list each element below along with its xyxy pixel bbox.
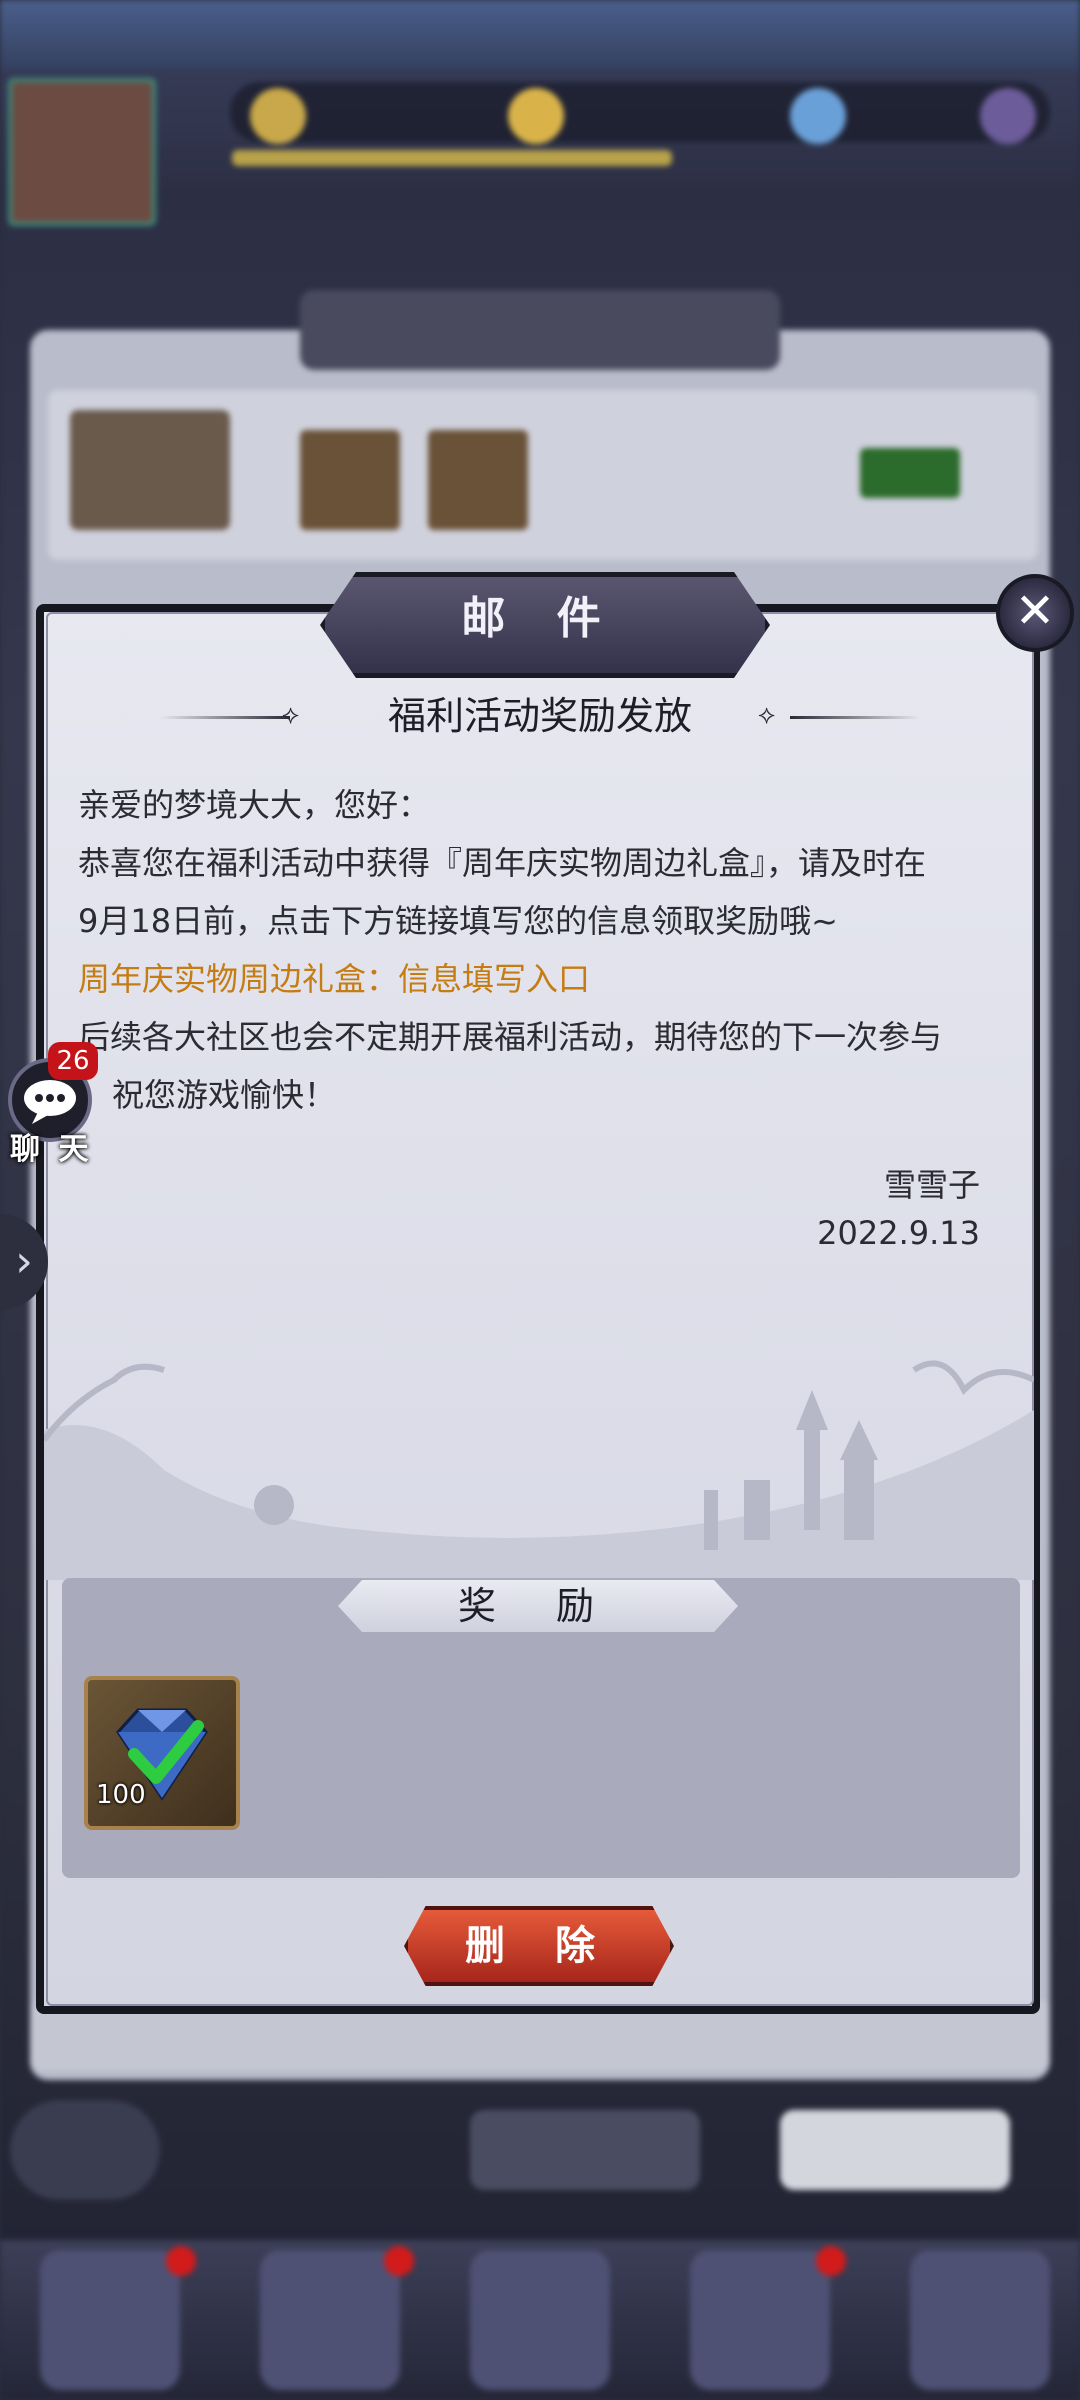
- mail-letter-icon: [70, 410, 230, 530]
- divider-right: [790, 716, 920, 719]
- notification-dot: [384, 2246, 414, 2276]
- top-banner: [0, 0, 1080, 70]
- gem-icon: [790, 88, 846, 144]
- coin-icon: [508, 88, 564, 144]
- trophy-icon: [250, 88, 306, 144]
- body-text: 9月18日前，点击下方链接填写您的信息领取奖励哦~: [78, 902, 838, 940]
- ornament-icon: ⟡: [758, 700, 776, 730]
- close-button[interactable]: ✕: [996, 574, 1074, 652]
- nav-tab-1[interactable]: [40, 2250, 180, 2390]
- claim-all-button[interactable]: [470, 2110, 700, 2190]
- chat-label: 聊 天: [10, 1132, 93, 1167]
- dialog-title: 邮 件: [461, 593, 619, 644]
- player-avatar[interactable]: [8, 78, 156, 226]
- notification-dot: [816, 2246, 846, 2276]
- reward-thumbnail-icon: [300, 430, 400, 530]
- mail-list-title: [300, 290, 780, 370]
- nav-tab-4[interactable]: [690, 2250, 830, 2390]
- nav-tab-2[interactable]: [260, 2250, 400, 2390]
- info-form-link[interactable]: 周年庆实物周边礼盒：信息填写入口: [78, 950, 1008, 1008]
- nav-tab-5[interactable]: [910, 2250, 1050, 2390]
- chevron-right-icon: ›: [15, 1236, 33, 1287]
- notification-dot: [166, 2246, 196, 2276]
- reward-thumbnail-icon: [428, 430, 528, 530]
- ornament-icon: ⟡: [282, 700, 300, 730]
- chat-unread-badge: 26: [48, 1042, 98, 1080]
- nav-tab-3[interactable]: [470, 2250, 610, 2390]
- body-text: 恭喜您在福利活动中获得『周年庆实物周边礼盒』，请及时在: [78, 844, 927, 882]
- delete-button[interactable]: 删 除: [404, 1906, 674, 1986]
- mail-subject: 福利活动奖励发放: [387, 694, 692, 738]
- reward-title: 奖 励: [457, 1584, 619, 1628]
- delete-read-button[interactable]: [780, 2110, 1010, 2190]
- reward-count: 100: [96, 1780, 146, 1810]
- divider-left: [160, 716, 290, 719]
- closing-text: 祝您游戏愉快！: [112, 1076, 337, 1114]
- body-text: 后续各大社区也会不定期开展福利活动，期待您的下一次参与: [78, 1018, 943, 1056]
- menu-icon[interactable]: [980, 88, 1036, 144]
- close-icon: ✕: [1014, 583, 1056, 639]
- resource-bar: [230, 82, 1050, 142]
- mail-date: 2022.9.13: [817, 1214, 980, 1252]
- status-badge: [860, 448, 960, 498]
- experience-bar: [232, 150, 672, 166]
- greeting-text: 亲爱的梦境大大，您好：: [78, 786, 431, 824]
- back-button[interactable]: [10, 2100, 160, 2200]
- sender-name: 雪雪子: [883, 1166, 980, 1204]
- castle-silhouette-decoration: [44, 1360, 1034, 1580]
